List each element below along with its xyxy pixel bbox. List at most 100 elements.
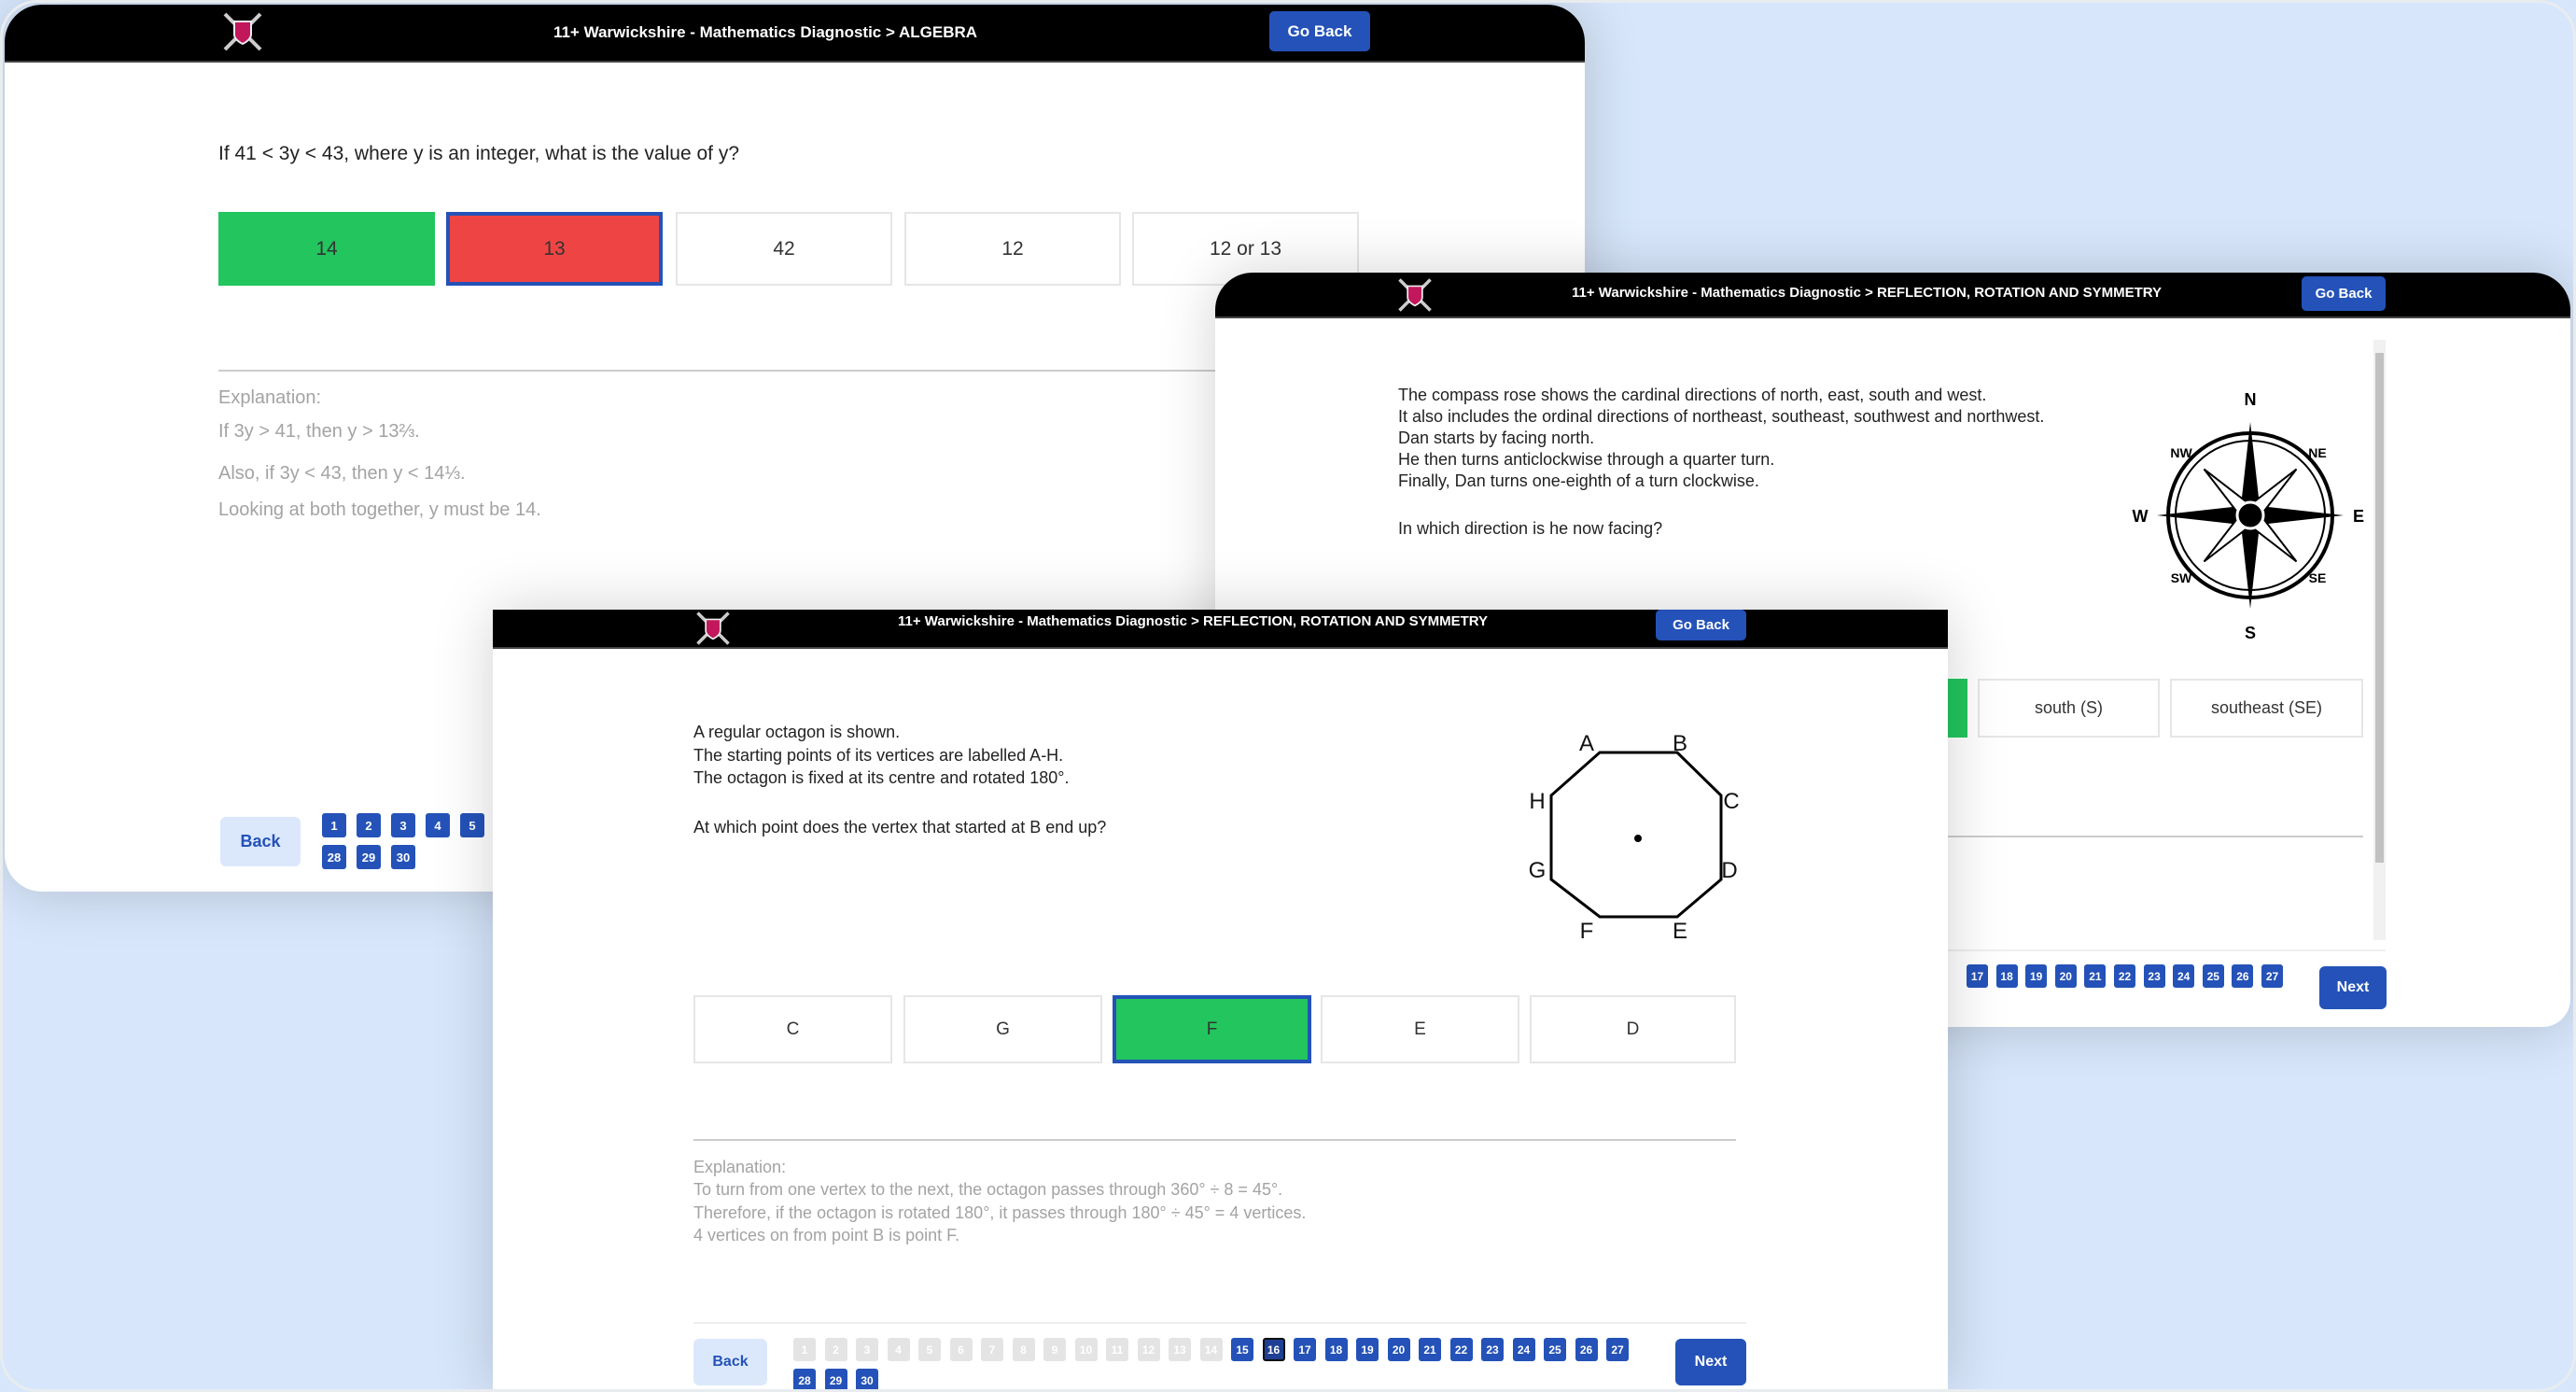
page-number-button[interactable]: 11 — [1106, 1338, 1128, 1361]
crest-logo-icon — [223, 12, 262, 51]
header: 11+ Warwickshire - Mathematics Diagnosti… — [5, 5, 1585, 63]
page-number-button[interactable]: 21 — [2084, 964, 2107, 988]
page-number-button[interactable]: 18 — [1995, 964, 2018, 988]
vertex-label-g: G — [1528, 858, 1547, 883]
answer-option[interactable]: 14 — [218, 212, 435, 286]
page-number-button[interactable]: 27 — [2261, 964, 2283, 988]
page-number-button[interactable]: 22 — [1449, 1338, 1473, 1361]
answer-option[interactable]: southeast (SE) — [2170, 679, 2363, 738]
answer-option[interactable]: C — [693, 995, 892, 1063]
go-back-button[interactable]: Go Back — [1269, 11, 1370, 51]
page-number-button[interactable]: 2 — [824, 1338, 847, 1361]
page-number-button[interactable]: 23 — [1481, 1338, 1504, 1361]
explanation-line: Therefore, if the octagon is rotated 180… — [693, 1203, 1307, 1222]
question-text: If 41 < 3y < 43, where y is an integer, … — [218, 143, 739, 164]
page-number-button[interactable]: 12 — [1137, 1338, 1160, 1361]
compass-nw: NW — [2170, 445, 2192, 460]
answer-option[interactable]: E — [1321, 995, 1519, 1063]
page-number-button[interactable]: 15 — [1231, 1338, 1253, 1361]
page-number-button[interactable]: 30 — [391, 845, 415, 869]
explanation-label: Explanation: — [218, 387, 322, 408]
compass-rose-diagram: N S W E NW NE SW SE — [2133, 390, 2365, 642]
page-number-button[interactable]: 9 — [1043, 1338, 1066, 1361]
question-line: He then turns anticlockwise through a qu… — [1398, 450, 1775, 469]
page-number-button[interactable]: 5 — [918, 1338, 941, 1361]
page-number-button[interactable]: 20 — [1387, 1338, 1410, 1361]
page-number-button[interactable]: 3 — [391, 813, 415, 837]
page-number-button[interactable]: 2 — [357, 813, 381, 837]
page-number-button[interactable]: 7 — [981, 1338, 1003, 1361]
explanation-line: 4 vertices on from point B is point F. — [693, 1226, 960, 1244]
question-line: Finally, Dan turns one-eighth of a turn … — [1398, 471, 1759, 490]
vertex-label-b: B — [1672, 731, 1688, 756]
page-number-button[interactable]: 30 — [856, 1369, 878, 1392]
page-number-button[interactable]: 24 — [1512, 1338, 1535, 1361]
header: 11+ Warwickshire - Mathematics Diagnosti… — [1215, 273, 2570, 318]
page-number-button[interactable]: 13 — [1169, 1338, 1191, 1361]
page-number-button[interactable]: 20 — [2054, 964, 2077, 988]
page-number-button[interactable]: 8 — [1012, 1338, 1035, 1361]
compass-w: W — [2133, 507, 2149, 526]
page-number-button[interactable]: 16 — [1262, 1338, 1285, 1361]
vertex-label-e: E — [1672, 919, 1688, 944]
page-number-button[interactable]: 22 — [2114, 964, 2135, 988]
compass-ne: NE — [2308, 445, 2326, 460]
answer-option[interactable]: G — [903, 995, 1102, 1063]
page-number-button[interactable]: 29 — [824, 1369, 847, 1392]
page-number-button[interactable]: 4 — [426, 813, 450, 837]
scrollbar[interactable] — [2373, 340, 2386, 940]
page-number-button[interactable]: 10 — [1074, 1338, 1098, 1361]
next-button[interactable]: Next — [2319, 966, 2387, 1009]
page-number-button[interactable]: 25 — [1544, 1338, 1566, 1361]
crest-logo-icon — [1398, 278, 1432, 312]
answer-option[interactable]: 13 — [446, 212, 663, 286]
divider — [218, 370, 1217, 372]
explanation-line: To turn from one vertex to the next, the… — [693, 1180, 1283, 1199]
page-number-button[interactable]: 17 — [1967, 964, 1988, 988]
page-number-button[interactable]: 28 — [322, 845, 346, 869]
page-number-button[interactable]: 5 — [460, 813, 484, 837]
page-number-button[interactable]: 21 — [1419, 1338, 1441, 1361]
page-number-button[interactable]: 14 — [1199, 1338, 1223, 1361]
explanation-line: Also, if 3y < 43, then y < 14⅓. — [218, 463, 466, 484]
page-number-button[interactable]: 1 — [793, 1338, 816, 1361]
question-text: In which direction is he now facing? — [1398, 519, 1663, 538]
back-button[interactable]: Back — [220, 817, 301, 866]
page-number-button[interactable]: 24 — [2173, 964, 2195, 988]
answer-option[interactable]: 12 — [904, 212, 1121, 286]
answer-option[interactable]: south (S) — [1978, 679, 2160, 738]
explanation-line: If 3y > 41, then y > 13⅔. — [218, 421, 420, 442]
page-number-button[interactable]: 6 — [949, 1338, 973, 1361]
compass-n: N — [2245, 390, 2257, 409]
vertex-label-d: D — [1721, 858, 1738, 883]
page-number-button[interactable]: 26 — [2232, 964, 2254, 988]
page-number-button[interactable]: 27 — [1606, 1338, 1629, 1361]
page-number-button[interactable]: 1 — [322, 813, 346, 837]
go-back-button[interactable]: Go Back — [2302, 276, 2386, 311]
page-number-button[interactable]: 25 — [2202, 964, 2224, 988]
page-number-button[interactable]: 23 — [2143, 964, 2165, 988]
page-number-button[interactable]: 17 — [1294, 1338, 1316, 1361]
vertex-label-a: A — [1578, 731, 1595, 756]
next-button[interactable]: Next — [1675, 1339, 1746, 1385]
octagon-window: 11+ Warwickshire - Mathematics Diagnosti… — [493, 610, 1948, 1392]
page-number-button[interactable]: 19 — [2025, 964, 2048, 988]
page-number-button[interactable]: 19 — [1356, 1338, 1379, 1361]
answer-option[interactable]: 42 — [676, 212, 892, 286]
scrollbar-thumb[interactable] — [2375, 353, 2384, 863]
divider — [693, 1139, 1736, 1141]
answer-option[interactable]: F — [1113, 995, 1311, 1063]
page-number-button[interactable]: 18 — [1324, 1338, 1348, 1361]
page-title: 11+ Warwickshire - Mathematics Diagnosti… — [553, 23, 978, 41]
footer-divider — [693, 1322, 1746, 1324]
page-number-button[interactable]: 28 — [793, 1369, 816, 1392]
page-number-button[interactable]: 29 — [357, 845, 381, 869]
question-line: Dan starts by facing north. — [1398, 429, 1595, 447]
back-button[interactable]: Back — [693, 1339, 767, 1385]
page-number-button[interactable]: 4 — [887, 1338, 910, 1361]
question-line: The compass rose shows the cardinal dire… — [1398, 386, 1987, 404]
compass-s: S — [2245, 624, 2256, 642]
answer-option[interactable]: D — [1530, 995, 1736, 1063]
page-number-button[interactable]: 3 — [856, 1338, 878, 1361]
page-number-button[interactable]: 26 — [1575, 1338, 1598, 1361]
